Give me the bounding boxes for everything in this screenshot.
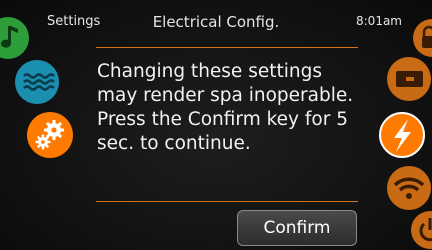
device-icon[interactable] <box>386 56 432 102</box>
power-icon[interactable] <box>410 210 432 250</box>
screen: Settings Electrical Config. 8:01am Chang… <box>0 0 432 250</box>
clock-time: 8:01am <box>356 14 402 28</box>
lightning-icon[interactable] <box>378 111 426 159</box>
lock-icon[interactable] <box>412 18 432 58</box>
bottom-divider <box>96 201 358 202</box>
top-divider <box>96 47 358 48</box>
confirm-button[interactable]: Confirm <box>237 210 357 246</box>
warning-message: Changing these settings may render spa i… <box>97 61 354 154</box>
water-icon[interactable] <box>14 59 60 105</box>
gears-icon[interactable] <box>26 111 74 159</box>
music-icon[interactable] <box>0 16 30 60</box>
wifi-icon[interactable] <box>386 165 432 211</box>
